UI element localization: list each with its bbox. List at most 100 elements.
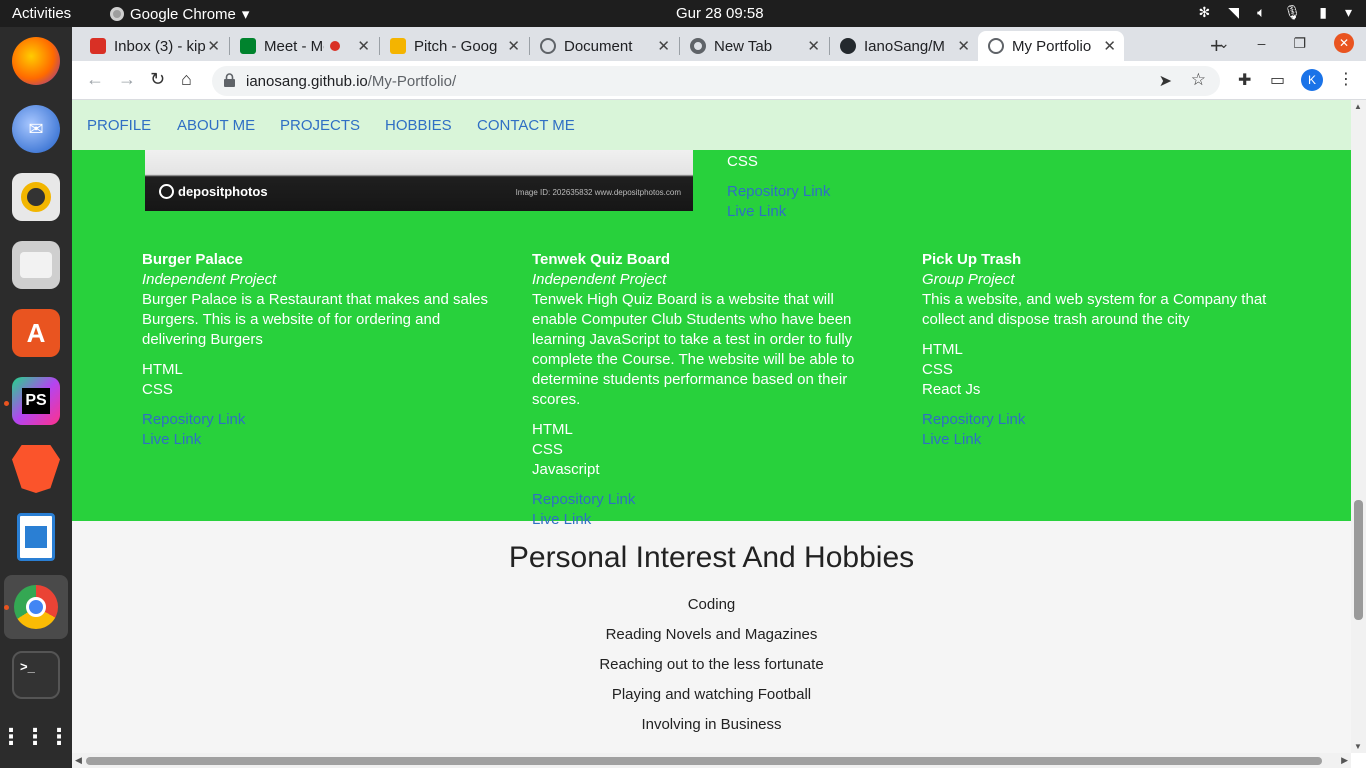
app-name: Google Chrome bbox=[130, 5, 236, 23]
project-type: Independent Project bbox=[142, 271, 277, 288]
tab-document[interactable]: Document ✕ bbox=[530, 31, 678, 61]
running-indicator bbox=[4, 401, 9, 406]
maximize-button[interactable]: ❐ bbox=[1293, 35, 1306, 52]
nav-projects[interactable]: PROJECTS bbox=[280, 117, 360, 134]
brave-icon[interactable] bbox=[12, 445, 60, 493]
depositphotos-logo-icon bbox=[159, 184, 174, 199]
close-icon[interactable]: ✕ bbox=[1103, 37, 1116, 55]
nav-contact-me[interactable]: CONTACT ME bbox=[477, 117, 575, 134]
forward-button[interactable]: → bbox=[118, 69, 136, 90]
tab-my-portfolio[interactable]: My Portfolio ✕ bbox=[978, 31, 1124, 61]
nav-profile[interactable]: PROFILE bbox=[87, 117, 151, 134]
repository-link[interactable]: Repository Link bbox=[142, 410, 492, 430]
close-icon[interactable]: ✕ bbox=[507, 37, 520, 55]
repository-link[interactable]: Repository Link bbox=[727, 182, 830, 202]
minimize-button[interactable]: – bbox=[1258, 35, 1266, 51]
bookmark-star-icon[interactable]: ☆ bbox=[1191, 70, 1206, 90]
extensions-icon[interactable]: ✚ bbox=[1238, 70, 1251, 90]
activities-button[interactable]: Activities bbox=[12, 5, 71, 22]
url-path: /My-Portfolio/ bbox=[367, 73, 457, 90]
tech-item: React Js bbox=[922, 381, 981, 398]
send-to-devices-icon[interactable]: ➤ bbox=[1159, 71, 1172, 91]
url-domain: ianosang.github.io bbox=[246, 73, 368, 90]
tab-strip: Inbox (3) - kip ✕ Meet - Mo ✕ Pitch - Go… bbox=[72, 27, 1366, 61]
chevron-down-icon: ▾ bbox=[241, 6, 250, 23]
horizontal-scrollbar[interactable]: ◀ ▶ bbox=[72, 753, 1351, 768]
url-text[interactable]: ianosang.github.io/My-Portfolio/ bbox=[246, 73, 456, 90]
project-card-top: CSS Repository Link Live Link bbox=[727, 152, 830, 222]
hobby-item: Playing and watching Football bbox=[611, 686, 812, 703]
watermark-meta: Image ID: 202635832 www.depositphotos.co… bbox=[515, 188, 681, 197]
system-tray[interactable]: ✻ ◥ 🔈︎ 🎙︎ ▮ ▾ bbox=[1199, 4, 1352, 21]
tab-github[interactable]: IanoSang/M ✕ bbox=[830, 31, 978, 61]
repository-link[interactable]: Repository Link bbox=[922, 410, 1267, 430]
chrome-dock-item[interactable] bbox=[4, 575, 68, 639]
tech-item: HTML bbox=[922, 341, 963, 358]
back-button[interactable]: ← bbox=[86, 69, 104, 90]
scroll-right-arrow-icon[interactable]: ▶ bbox=[1341, 755, 1348, 766]
home-button[interactable]: ⌂ bbox=[181, 69, 192, 90]
chrome-icon bbox=[690, 38, 706, 54]
close-icon[interactable]: ✕ bbox=[207, 37, 220, 55]
slack-icon[interactable]: ✻ bbox=[1199, 4, 1211, 21]
tech-item: HTML bbox=[532, 421, 573, 438]
tab-pitch[interactable]: Pitch - Google ✕ bbox=[380, 31, 528, 61]
thunderbird-icon[interactable]: ✉ bbox=[12, 105, 60, 153]
app-menu[interactable]: Google Chrome ▾ bbox=[110, 5, 249, 23]
vertical-scrollbar[interactable]: ▲ ▼ bbox=[1351, 100, 1366, 753]
address-bar[interactable]: ianosang.github.io/My-Portfolio/ ➤ ☆ bbox=[212, 66, 1220, 96]
scroll-left-arrow-icon[interactable]: ◀ bbox=[75, 755, 82, 766]
repository-link[interactable]: Repository Link bbox=[532, 490, 882, 510]
project-description: Burger Palace is a Restaurant that makes… bbox=[142, 291, 489, 348]
volume-icon: 🔈︎ bbox=[1257, 4, 1266, 20]
slides-icon bbox=[390, 38, 406, 54]
tab-search-icon[interactable]: ⌄ bbox=[1218, 35, 1230, 52]
close-window-button[interactable]: ✕ bbox=[1334, 33, 1354, 53]
close-icon[interactable]: ✕ bbox=[957, 37, 970, 55]
tab-newtab[interactable]: New Tab ✕ bbox=[680, 31, 828, 61]
clock[interactable]: Gur 28 09:58 bbox=[676, 5, 764, 22]
live-link[interactable]: Live Link bbox=[922, 430, 1267, 450]
profile-avatar[interactable]: K bbox=[1301, 69, 1323, 91]
close-icon[interactable]: ✕ bbox=[807, 37, 820, 55]
tab-title: Inbox (3) - kip bbox=[114, 37, 206, 55]
tech-item: CSS bbox=[532, 441, 563, 458]
scrollbar-thumb[interactable] bbox=[86, 757, 1322, 765]
scroll-up-arrow-icon[interactable]: ▲ bbox=[1354, 102, 1362, 111]
files-icon[interactable] bbox=[12, 241, 60, 289]
lock-icon[interactable] bbox=[224, 73, 235, 87]
close-icon[interactable]: ✕ bbox=[657, 37, 670, 55]
project-name: Tenwek Quiz Board bbox=[532, 251, 671, 268]
live-link[interactable]: Live Link bbox=[727, 202, 830, 222]
firefox-icon[interactable] bbox=[12, 37, 60, 85]
phpstorm-icon[interactable]: PS bbox=[12, 377, 60, 425]
terminal-icon[interactable]: >_ bbox=[12, 651, 60, 699]
tab-inbox[interactable]: Inbox (3) - kip ✕ bbox=[80, 31, 228, 61]
tech-item: CSS bbox=[727, 153, 758, 170]
show-apps-icon[interactable]: ⋮⋮⋮ bbox=[0, 713, 70, 761]
tab-meet[interactable]: Meet - Mo ✕ bbox=[230, 31, 378, 61]
chrome-menu-icon[interactable]: ⋮ bbox=[1338, 69, 1354, 89]
live-link[interactable]: Live Link bbox=[532, 510, 882, 530]
software-icon[interactable]: A bbox=[12, 309, 60, 357]
tab-title: New Tab bbox=[714, 37, 773, 55]
globe-icon bbox=[540, 38, 556, 54]
nav-hobbies[interactable]: HOBBIES bbox=[385, 117, 452, 134]
tech-item: CSS bbox=[922, 361, 953, 378]
project-name: Burger Palace bbox=[142, 251, 243, 268]
gmail-icon bbox=[90, 38, 106, 54]
project-card-burger-palace: Burger Palace Independent Project Burger… bbox=[142, 250, 492, 450]
nav-about-me[interactable]: ABOUT ME bbox=[177, 117, 255, 134]
hobby-item: Coding bbox=[687, 596, 736, 613]
scroll-down-arrow-icon[interactable]: ▼ bbox=[1354, 742, 1362, 751]
system-top-bar: Activities Google Chrome ▾ Gur 28 09:58 … bbox=[0, 0, 1366, 27]
github-icon bbox=[840, 38, 856, 54]
cast-icon[interactable]: ▭ bbox=[1270, 70, 1285, 90]
scrollbar-thumb[interactable] bbox=[1354, 500, 1363, 620]
close-icon[interactable]: ✕ bbox=[357, 37, 370, 55]
reload-button[interactable]: ↻ bbox=[150, 69, 165, 90]
live-link[interactable]: Live Link bbox=[142, 430, 492, 450]
writer-icon[interactable] bbox=[17, 513, 55, 561]
rhythmbox-icon[interactable] bbox=[12, 173, 60, 221]
project-type: Independent Project bbox=[532, 271, 667, 288]
